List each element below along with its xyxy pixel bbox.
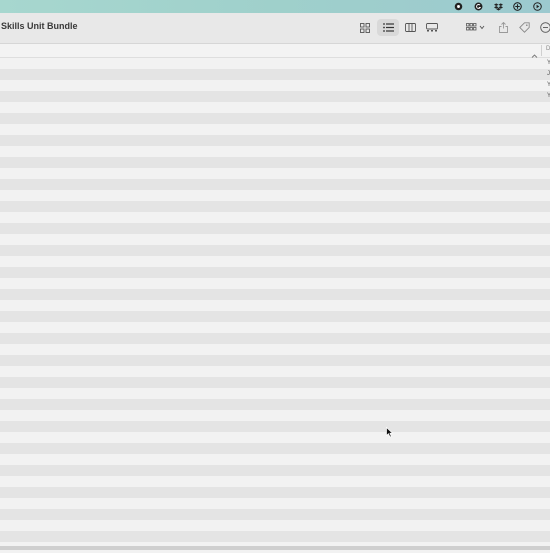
table-row: [0, 179, 550, 190]
table-row: [0, 135, 550, 146]
table-row: [0, 234, 550, 245]
table-row: [0, 157, 550, 168]
table-row: [0, 377, 550, 388]
menu-bar: [0, 0, 550, 13]
column-divider[interactable]: [541, 45, 542, 56]
table-row: [0, 509, 550, 520]
table-row: [0, 476, 550, 487]
table-row: [0, 487, 550, 498]
table-row: [0, 344, 550, 355]
grid-icon: [360, 23, 370, 33]
file-list: YJYY: [0, 58, 550, 546]
gallery-icon: [426, 23, 438, 32]
table-row: [0, 432, 550, 443]
table-row: [0, 278, 550, 289]
tag-icon: [519, 22, 530, 33]
table-row: [0, 366, 550, 377]
table-row: [0, 300, 550, 311]
table-row: [0, 245, 550, 256]
columns-icon: [405, 23, 416, 32]
table-row: [0, 223, 550, 234]
table-row: [0, 201, 550, 212]
share-icon: [499, 22, 508, 33]
table-row: [0, 146, 550, 157]
table-row: [0, 102, 550, 113]
table-row: [0, 498, 550, 509]
table-row: [0, 531, 550, 542]
table-row: [0, 322, 550, 333]
column-view-button[interactable]: [401, 19, 419, 36]
mouse-cursor-icon: [386, 427, 394, 438]
table-row[interactable]: J: [0, 69, 550, 80]
finder-toolbar: Skills Unit Bundle: [0, 13, 550, 44]
table-row: [0, 388, 550, 399]
table-row[interactable]: Y: [0, 58, 550, 69]
more-icon: [540, 22, 550, 33]
play-icon[interactable]: [533, 2, 542, 11]
table-row: [0, 168, 550, 179]
table-row: [0, 124, 550, 135]
table-row: [0, 520, 550, 531]
path-bar: [0, 546, 550, 550]
group-icon: [466, 23, 486, 32]
dropbox-icon[interactable]: [494, 2, 503, 11]
table-row: [0, 421, 550, 432]
table-row: [0, 289, 550, 300]
tags-button[interactable]: [516, 19, 532, 36]
table-row: [0, 355, 550, 366]
group-button[interactable]: [464, 19, 488, 36]
table-row: [0, 410, 550, 421]
table-row: [0, 399, 550, 410]
vpn-icon[interactable]: [513, 2, 522, 11]
table-row: [0, 333, 550, 344]
table-row: [0, 443, 550, 454]
record-icon[interactable]: [454, 2, 463, 11]
window-title: Skills Unit Bundle: [1, 21, 78, 31]
table-row: [0, 212, 550, 223]
share-button[interactable]: [495, 19, 511, 36]
icon-view-button[interactable]: [356, 19, 374, 36]
date-column-header[interactable]: D: [546, 46, 550, 52]
more-button[interactable]: [538, 19, 550, 36]
table-row: [0, 113, 550, 124]
column-header: D: [0, 44, 550, 58]
table-row: [0, 311, 550, 322]
table-row[interactable]: Y: [0, 91, 550, 102]
table-row: [0, 190, 550, 201]
table-row: [0, 267, 550, 278]
list-icon: [383, 23, 394, 32]
table-row: [0, 454, 550, 465]
table-row[interactable]: Y: [0, 80, 550, 91]
grammarly-icon[interactable]: [474, 2, 483, 11]
table-row: [0, 256, 550, 267]
gallery-view-button[interactable]: [423, 19, 441, 36]
table-row: [0, 465, 550, 476]
list-view-button[interactable]: [377, 19, 399, 36]
